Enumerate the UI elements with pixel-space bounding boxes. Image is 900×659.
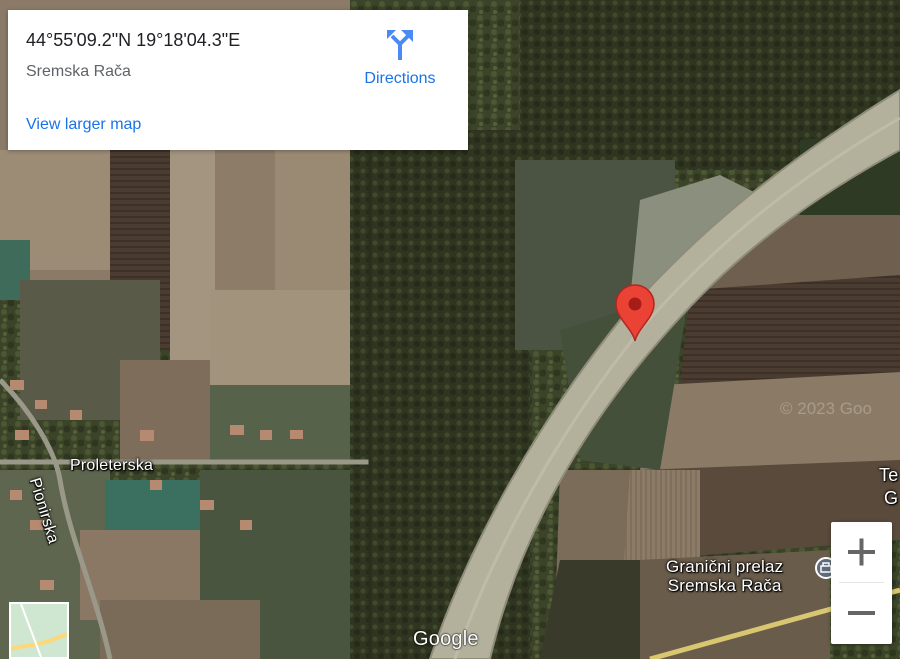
directions-label: Directions [364, 70, 436, 87]
plus-icon [848, 538, 875, 566]
cropped-place-label-2: G [884, 488, 899, 508]
cropped-place-label: Te [879, 465, 899, 485]
directions-icon [387, 30, 413, 60]
roadmap-thumbnail-icon [11, 604, 67, 657]
poi-label-line1: Granični prelaz [666, 557, 784, 576]
coordinates-title: 44°55'09.2"N 19°18'04.3"E [26, 30, 241, 50]
place-info-card: 44°55'09.2"N 19°18'04.3"E Sremska Rača V… [8, 10, 468, 150]
poi-label[interactable]: Granični prelaz Sremska Rača [666, 557, 783, 595]
minus-icon [848, 611, 875, 615]
zoom-out-button[interactable] [831, 583, 892, 643]
place-name: Sremska Rača [26, 63, 131, 80]
google-logo: Google [413, 628, 479, 650]
red-pin-icon[interactable] [614, 284, 656, 342]
map-canvas[interactable]: Proleterska Pionirska Te G © 2023 Goo Gr… [0, 0, 900, 659]
imagery-watermark: © 2023 Goo [780, 399, 872, 418]
view-larger-map-link[interactable]: View larger map [26, 116, 141, 134]
directions-button[interactable]: Directions [350, 26, 450, 96]
poi-label-line2: Sremska Rača [667, 576, 782, 595]
street-label-proleterska: Proleterska [70, 457, 154, 474]
map-type-thumbnail[interactable] [9, 602, 69, 659]
zoom-in-button[interactable] [831, 522, 892, 582]
zoom-control [831, 522, 892, 644]
